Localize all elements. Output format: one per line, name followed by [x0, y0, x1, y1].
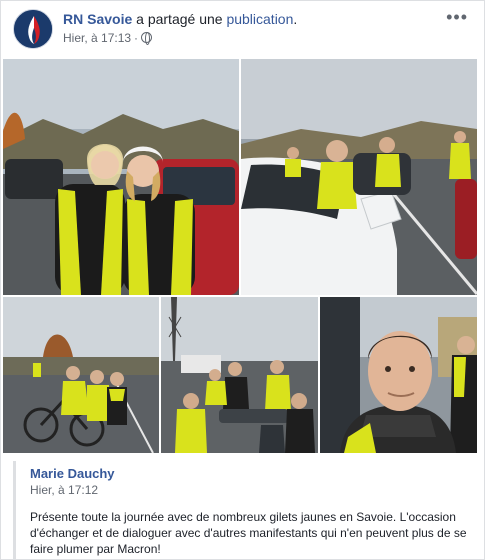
- photo-cyclist-group[interactable]: [3, 297, 159, 453]
- post-header: RN Savoie a partagé une publication.: [63, 11, 297, 27]
- post-timestamp[interactable]: Hier, à 17:13: [63, 31, 131, 45]
- photo-selfie-man[interactable]: [320, 297, 477, 453]
- photo-road-blockade[interactable]: [241, 59, 477, 295]
- page-avatar[interactable]: [13, 9, 53, 49]
- photo-two-women-yellow-vests[interactable]: [3, 59, 239, 295]
- rn-flame-logo-icon: [14, 10, 52, 48]
- globe-icon[interactable]: [141, 32, 153, 45]
- shared-post-text: Présente toute la journée avec de nombre…: [30, 510, 467, 556]
- action-end: .: [293, 11, 298, 27]
- action-text: a partagé une: [132, 11, 227, 27]
- post-meta: Hier, à 17:13 ·: [63, 31, 153, 45]
- facebook-post-card: RN Savoie a partagé une publication. Hie…: [0, 0, 485, 560]
- photo-roadside-table[interactable]: [161, 297, 318, 453]
- more-options-icon[interactable]: •••: [446, 7, 468, 28]
- shared-post: Marie Dauchy Hier, à 17:12 Présente tout…: [13, 461, 475, 559]
- publication-link[interactable]: publication: [226, 11, 293, 27]
- shared-timestamp[interactable]: Hier, à 17:12: [30, 483, 98, 497]
- author-name-link[interactable]: RN Savoie: [63, 11, 132, 27]
- shared-author-link[interactable]: Marie Dauchy: [30, 466, 115, 481]
